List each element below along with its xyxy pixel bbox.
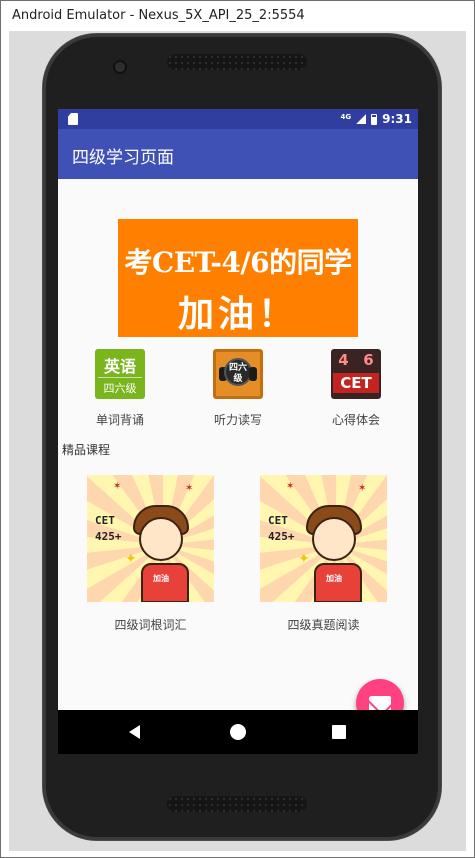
feature-label-listening[interactable]: 听力读写 [198,411,278,428]
course-art-cet-line2: 425+ [268,530,295,543]
banner-headline: 考CET-4/6的同学 [124,246,352,279]
back-icon[interactable] [129,725,140,739]
shout-mark: ✶ [286,481,295,492]
course-thumbnail[interactable]: CET 425+ ✶ ✶ ✦ 加油 [87,475,214,602]
headphone-cup-right [249,367,257,381]
vocabulary-icon-subtext: 四六级 [98,377,142,396]
shout-mark: ✶ [113,481,122,492]
course-art-cet: CET 425+ [95,513,122,545]
course-label[interactable]: 四级词根词汇 [87,616,214,633]
cartoon-shirt-text: 加油 [326,574,342,583]
emulator-viewport: 4G 9:31 四级学习页面 考CET-4/6的同学 加油！ 英语 四六级 单词… [9,31,466,851]
feature-label-experience[interactable]: 心得体会 [316,411,396,428]
speaker-grille-bottom [167,796,307,812]
course-art-cet-line1: CET [268,514,288,527]
feature-listening[interactable]: 四六级 听力读写 [198,349,278,428]
shout-mark: ✶ [358,483,367,494]
cet-icon[interactable]: 4 6 CET [331,349,381,399]
page-title: 四级学习页面 [72,148,174,168]
mail-icon [369,695,391,711]
network-type: 4G [340,112,352,121]
window-title: Android Emulator - Nexus_5X_API_25_2:555… [1,1,474,31]
status-time: 9:31 [382,112,412,126]
phone-frame: 4G 9:31 四级学习页面 考CET-4/6的同学 加油！ 英语 四六级 单词… [43,34,441,840]
star-icon: ✦ [125,551,137,567]
banner-slogan: 加油！ [177,294,298,335]
phone-screen[interactable]: 4G 9:31 四级学习页面 考CET-4/6的同学 加油！ 英语 四六级 单词… [58,109,418,754]
course-card-reading[interactable]: CET 425+ ✶ ✶ ✦ 加油 四级真题阅读 [260,475,387,633]
camera-icon [115,62,125,72]
status-bar: 4G 9:31 [58,109,418,129]
cet-icon-number-left: 4 [338,351,349,369]
app-bar: 四级学习页面 [58,129,418,179]
signal-icon [356,114,367,124]
course-art-cet-line2: 425+ [95,530,122,543]
course-art-cet: CET 425+ [268,513,295,545]
main-content: 考CET-4/6的同学 加油！ 英语 四六级 单词背诵 四六级 听力读写 4 6… [58,179,418,710]
cet-icon-number-right: 6 [363,351,374,369]
section-title-courses: 精品课程 [62,443,111,457]
cartoon-face [312,517,356,561]
headphones-icon[interactable]: 四六级 [213,349,263,399]
battery-icon [371,113,378,125]
headphones-icon-text: 四六级 [224,358,252,386]
cet-icon-text: CET [333,373,379,393]
feature-experience[interactable]: 4 6 CET 心得体会 [316,349,396,428]
feature-vocabulary[interactable]: 英语 四六级 单词背诵 [80,349,160,428]
course-art-cet-line1: CET [95,514,115,527]
cartoon-face [139,517,183,561]
vocabulary-icon-text: 英语 [103,357,136,376]
speaker-grille-top [167,54,307,70]
course-card-vocabulary[interactable]: CET 425+ ✶ ✶ ✦ 加油 四级词根词汇 [87,475,214,633]
motivation-banner: 考CET-4/6的同学 加油！ [118,219,358,337]
star-icon: ✦ [298,551,310,567]
sd-card-icon [68,113,78,125]
feature-label-vocabulary[interactable]: 单词背诵 [80,411,160,428]
shout-mark: ✶ [185,483,194,494]
home-icon[interactable] [230,724,246,740]
recent-apps-icon[interactable] [332,725,346,739]
vocabulary-icon[interactable]: 英语 四六级 [95,349,145,399]
navigation-bar [58,710,418,754]
emulator-window: Android Emulator - Nexus_5X_API_25_2:555… [0,0,475,858]
cartoon-shirt-text: 加油 [153,574,169,583]
course-thumbnail[interactable]: CET 425+ ✶ ✶ ✦ 加油 [260,475,387,602]
course-label[interactable]: 四级真题阅读 [260,616,387,633]
